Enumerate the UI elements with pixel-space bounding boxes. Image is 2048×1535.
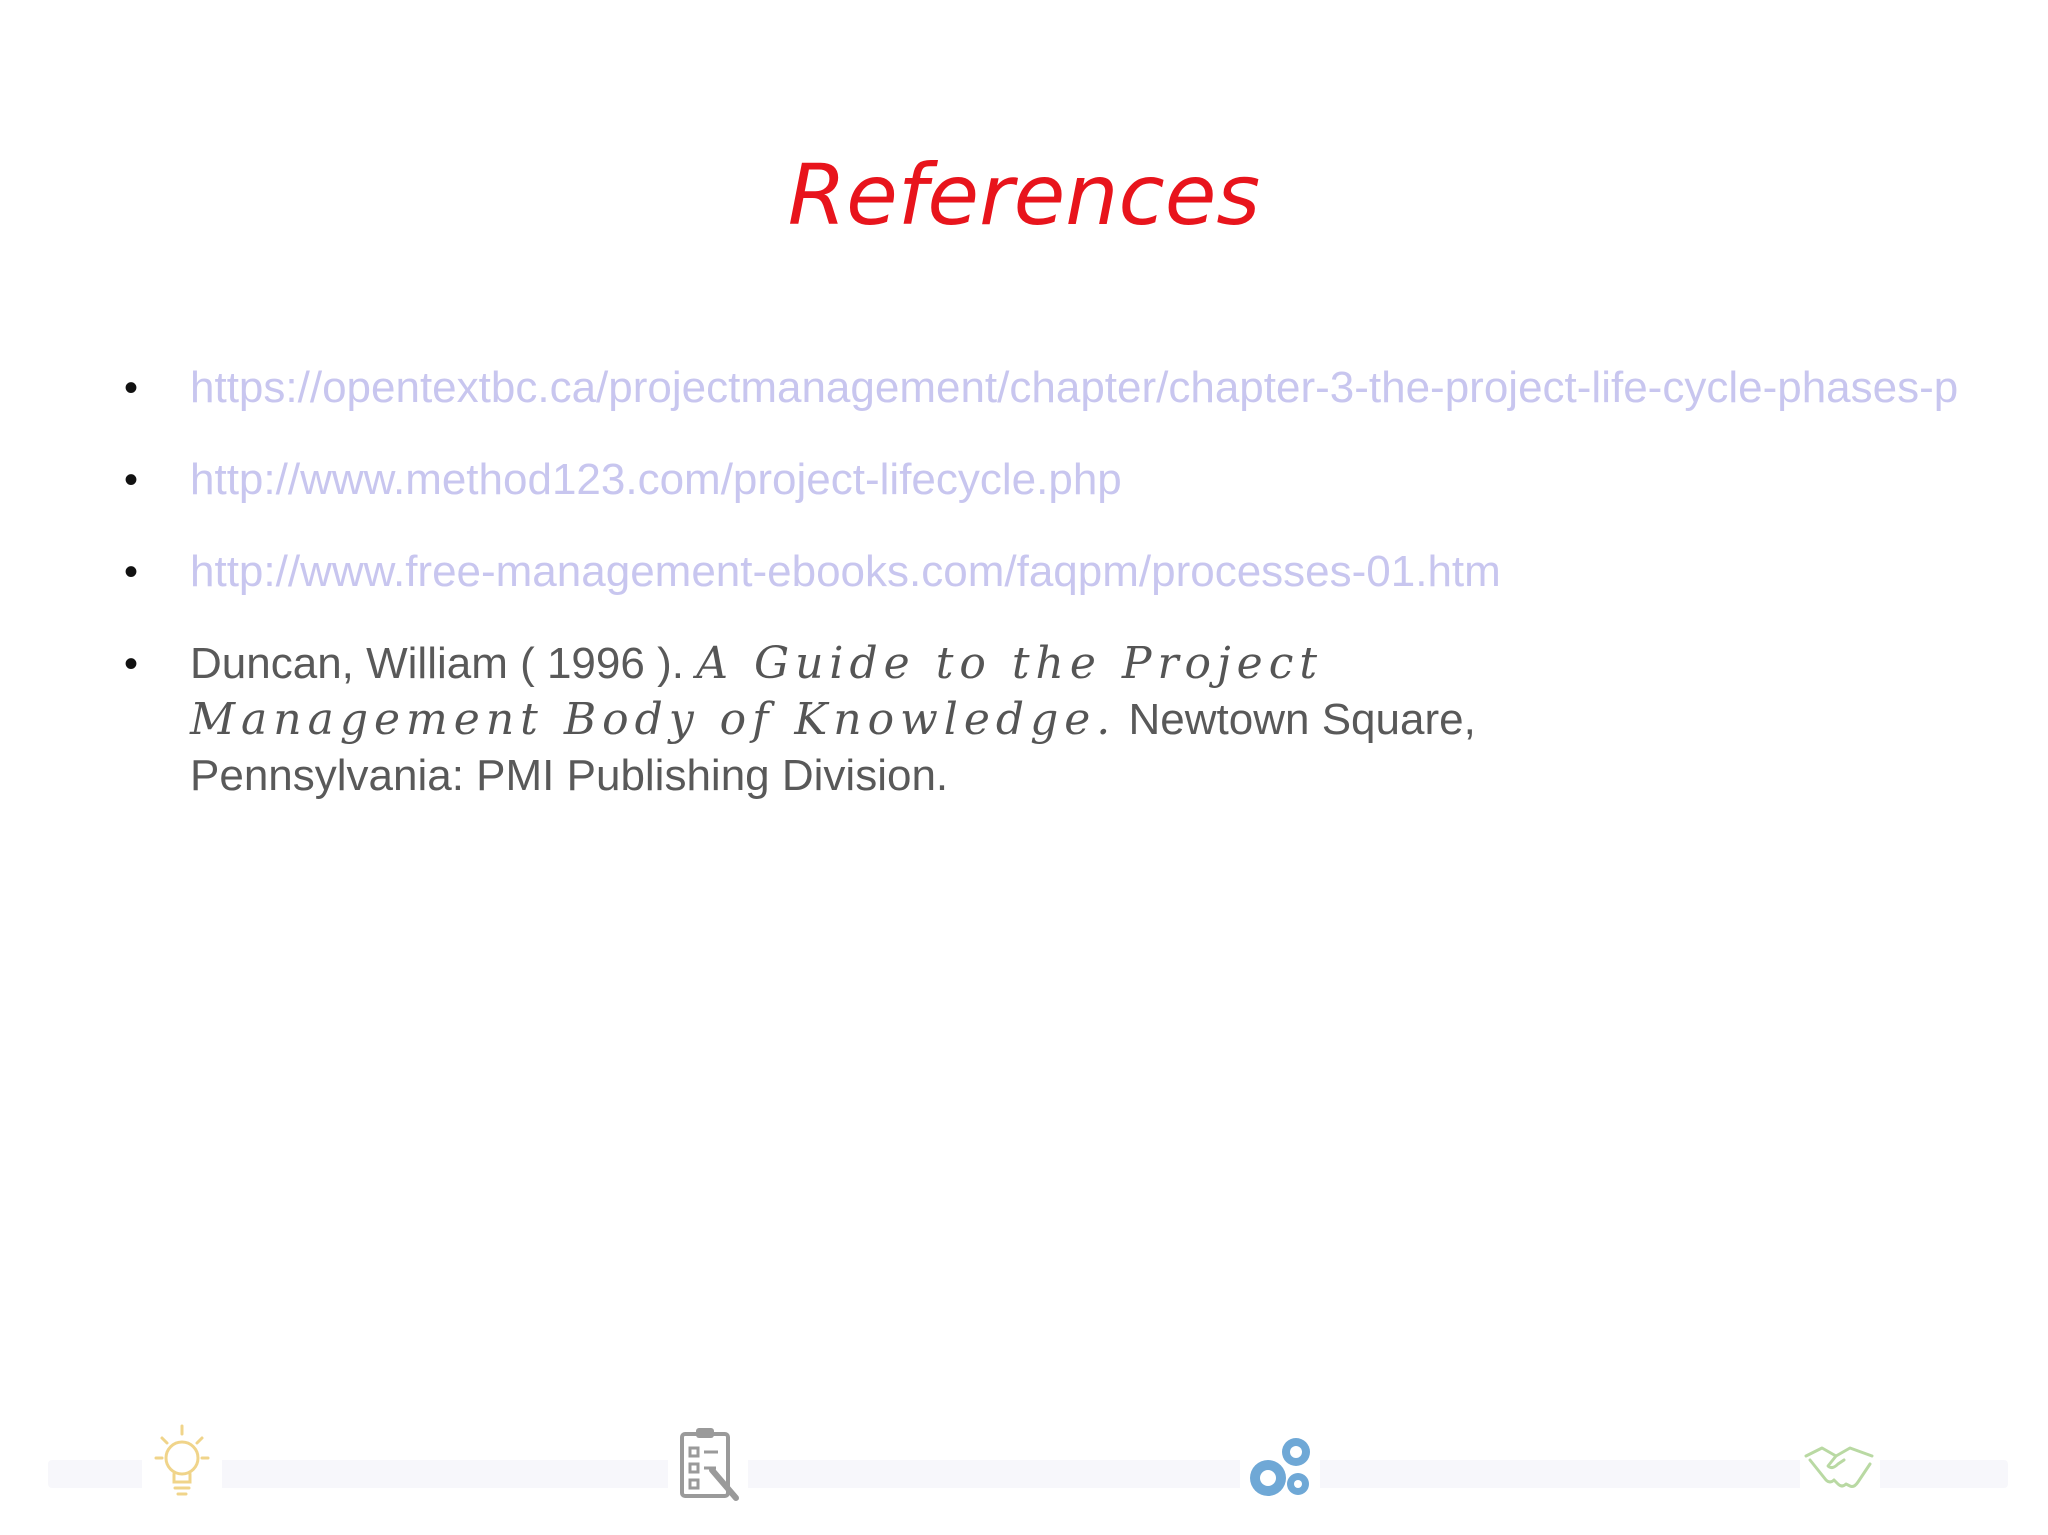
handshake-icon — [1800, 1420, 1880, 1510]
reference-link-method123[interactable]: http://www.method123.com/project-lifecyc… — [190, 455, 1122, 504]
bullet-icon: • — [124, 366, 139, 410]
slide: References • https://opentextbc.ca/proje… — [0, 0, 2048, 1535]
reference-item: • https://opentextbc.ca/projectmanagemen… — [0, 360, 2048, 416]
reference-link-opentextbc[interactable]: https://opentextbc.ca/projectmanagement/… — [190, 363, 1958, 412]
bullet-icon: • — [124, 642, 139, 686]
lightbulb-icon — [142, 1420, 222, 1510]
reference-item-citation: • Duncan, William ( 1996 ). A Guide to t… — [0, 636, 1660, 804]
gears-icon — [1240, 1420, 1320, 1510]
footer-icon-bar — [0, 1420, 2048, 1520]
references-list: • https://opentextbc.ca/projectmanagemen… — [0, 360, 2048, 840]
bullet-icon: • — [124, 458, 139, 502]
reference-link-free-management-ebooks[interactable]: http://www.free-management-ebooks.com/fa… — [190, 547, 1501, 596]
reference-item: • http://www.free-management-ebooks.com/… — [0, 544, 2048, 600]
footer-line — [48, 1460, 2008, 1488]
bullet-icon: • — [124, 550, 139, 594]
slide-title: References — [787, 146, 1261, 244]
citation-author: Duncan, William ( 1996 ). — [190, 639, 684, 688]
reference-item: • http://www.method123.com/project-lifec… — [0, 452, 2048, 508]
clipboard-checklist-icon — [668, 1420, 748, 1510]
